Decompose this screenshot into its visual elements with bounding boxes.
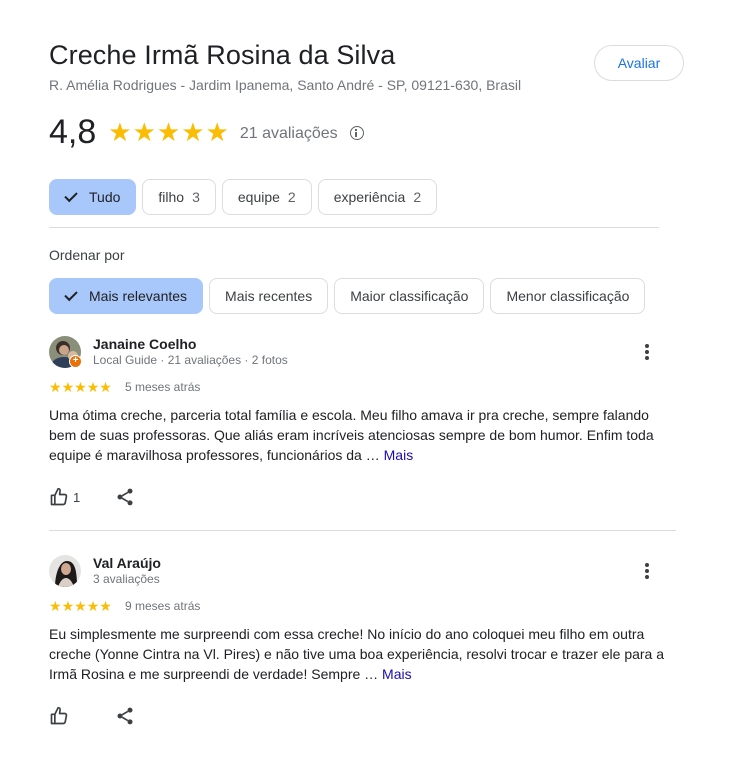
review-count: 21 avaliações bbox=[239, 125, 338, 142]
reviewer-meta: 3 avaliações bbox=[93, 572, 160, 586]
review-stars: ★ ★ ★ ★ ★ bbox=[49, 599, 112, 613]
review-date: 9 meses atrás bbox=[125, 599, 201, 613]
topic-filter-chips: Tudo filho 3 equipe 2 experiência 2 bbox=[49, 179, 438, 215]
review-text: Uma ótima creche, parceria total família… bbox=[49, 405, 675, 465]
chip-label: equipe bbox=[237, 189, 280, 205]
chip-label: filho bbox=[158, 189, 185, 205]
check-icon bbox=[64, 287, 78, 301]
rating-summary: 4,8 ★ ★ ★ ★ ★ 21 avaliações bbox=[49, 112, 364, 152]
sort-chip-lowest[interactable]: Menor classificação bbox=[490, 278, 646, 314]
review-card: + Janaine Coelho Local Guide · 21 avalia… bbox=[49, 336, 675, 516]
info-icon[interactable] bbox=[349, 126, 364, 140]
more-options-icon[interactable] bbox=[637, 561, 657, 581]
star-icon: ★ bbox=[99, 379, 112, 395]
star-icon: ★ bbox=[49, 379, 62, 395]
star-icon: ★ bbox=[205, 117, 229, 147]
chip-count: 2 bbox=[287, 189, 296, 205]
sort-label: Ordenar por bbox=[49, 247, 125, 263]
place-header: Creche Irmã Rosina da Silva R. Amélia Ro… bbox=[49, 40, 689, 93]
like-button[interactable] bbox=[49, 706, 69, 726]
like-button[interactable]: 1 bbox=[49, 487, 80, 507]
chip-label: Maior classificação bbox=[350, 288, 469, 304]
star-icon: ★ bbox=[108, 117, 132, 147]
star-icon: ★ bbox=[74, 379, 87, 395]
review-date: 5 meses atrás bbox=[125, 380, 201, 394]
review-actions: 1 bbox=[49, 487, 133, 507]
share-icon bbox=[117, 707, 133, 725]
like-count: 1 bbox=[73, 489, 81, 505]
topic-chip-filho[interactable]: filho 3 bbox=[142, 179, 216, 215]
chip-label: Menor classificação bbox=[506, 288, 630, 304]
sort-chips: Mais relevantes Mais recentes Maior clas… bbox=[49, 278, 646, 314]
local-guide-badge-icon: + bbox=[69, 355, 82, 368]
sort-chip-highest[interactable]: Maior classificação bbox=[334, 278, 485, 314]
rating-stars: ★ ★ ★ ★ ★ bbox=[108, 119, 229, 145]
star-icon: ★ bbox=[86, 379, 100, 395]
star-icon: ★ bbox=[156, 117, 181, 147]
share-icon bbox=[117, 488, 133, 506]
review-divider bbox=[49, 530, 676, 531]
review-actions bbox=[49, 706, 133, 726]
thumbs-up-icon bbox=[50, 706, 68, 725]
reviewer-name[interactable]: Val Araújo bbox=[93, 555, 161, 571]
sort-chip-relevant[interactable]: Mais relevantes bbox=[49, 278, 204, 314]
chip-label: Tudo bbox=[89, 189, 121, 205]
place-title: Creche Irmã Rosina da Silva bbox=[49, 40, 396, 70]
reviewer-meta: Local Guide · 21 avaliações · 2 fotos bbox=[93, 353, 288, 367]
place-address: R. Amélia Rodrigues - Jardim Ipanema, Sa… bbox=[49, 77, 522, 93]
more-options-icon[interactable] bbox=[637, 342, 657, 362]
avatar[interactable] bbox=[49, 555, 81, 587]
star-icon: ★ bbox=[61, 379, 75, 395]
sort-chip-recent[interactable]: Mais recentes bbox=[209, 278, 329, 314]
star-icon: ★ bbox=[99, 598, 112, 614]
chip-count: 2 bbox=[413, 189, 422, 205]
rating-score: 4,8 bbox=[49, 113, 97, 151]
share-button[interactable] bbox=[115, 706, 135, 731]
chip-count: 3 bbox=[192, 189, 200, 205]
chip-label: experiência bbox=[333, 189, 406, 205]
star-icon: ★ bbox=[132, 117, 156, 147]
thumbs-up-icon bbox=[50, 487, 68, 506]
topic-chip-tudo[interactable]: Tudo bbox=[49, 179, 137, 215]
chip-label: Mais recentes bbox=[225, 288, 313, 304]
star-icon: ★ bbox=[49, 598, 62, 614]
review-body: Eu simplesmente me surpreendi com essa c… bbox=[49, 626, 665, 682]
review-text: Eu simplesmente me surpreendi com essa c… bbox=[49, 624, 675, 684]
topic-chip-experiencia[interactable]: experiência 2 bbox=[317, 179, 438, 215]
chip-label: Mais relevantes bbox=[89, 288, 188, 304]
topic-chip-equipe[interactable]: equipe 2 bbox=[221, 179, 312, 215]
share-button[interactable] bbox=[115, 487, 135, 512]
review-stars: ★ ★ ★ ★ ★ bbox=[49, 380, 112, 394]
more-link[interactable]: Mais bbox=[382, 666, 412, 682]
rate-button[interactable]: Avaliar bbox=[594, 45, 684, 81]
star-icon: ★ bbox=[86, 598, 100, 614]
check-icon bbox=[64, 188, 78, 202]
more-link[interactable]: Mais bbox=[384, 447, 414, 463]
reviewer-name[interactable]: Janaine Coelho bbox=[93, 336, 196, 352]
star-icon: ★ bbox=[61, 598, 75, 614]
section-divider bbox=[49, 227, 659, 228]
star-icon: ★ bbox=[181, 117, 205, 147]
star-icon: ★ bbox=[74, 598, 87, 614]
review-card: Val Araújo 3 avaliações ★ ★ ★ ★ ★ 9 meses at… bbox=[49, 555, 675, 735]
review-body: Uma ótima creche, parceria total família… bbox=[49, 407, 654, 463]
